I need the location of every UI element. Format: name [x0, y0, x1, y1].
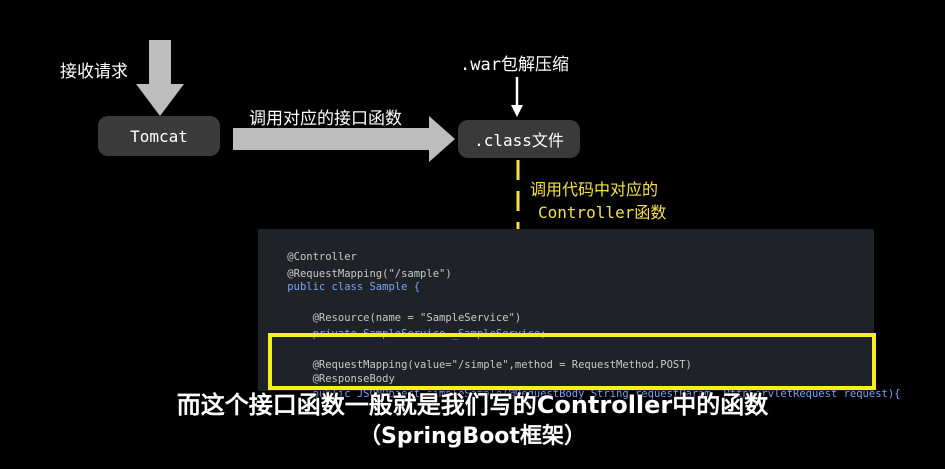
down-arrow-icon	[136, 40, 184, 116]
thin-down-arrow-icon	[511, 77, 523, 117]
call-controller-line2: Controller函数	[538, 203, 667, 222]
code-line-text: public class Sample {	[287, 280, 421, 293]
call-controller-line1: 调用代码中对应的	[530, 180, 659, 199]
receive-request-label: 接收请求	[60, 62, 128, 82]
right-arrow-icon	[233, 116, 455, 162]
subtitle-line1: 而这个接口函数一般就是我们写的Controller中的函数	[176, 391, 769, 419]
class-file-label: .class文件	[474, 131, 564, 150]
war-unpack-label: .war包解压缩	[460, 55, 569, 75]
class-file-node: .class文件	[458, 120, 580, 158]
highlight-box	[268, 333, 876, 390]
subtitle-line2: （SpringBoot框架）	[359, 424, 586, 449]
tomcat-label: Tomcat	[130, 126, 188, 146]
tomcat-node: Tomcat	[98, 116, 220, 156]
